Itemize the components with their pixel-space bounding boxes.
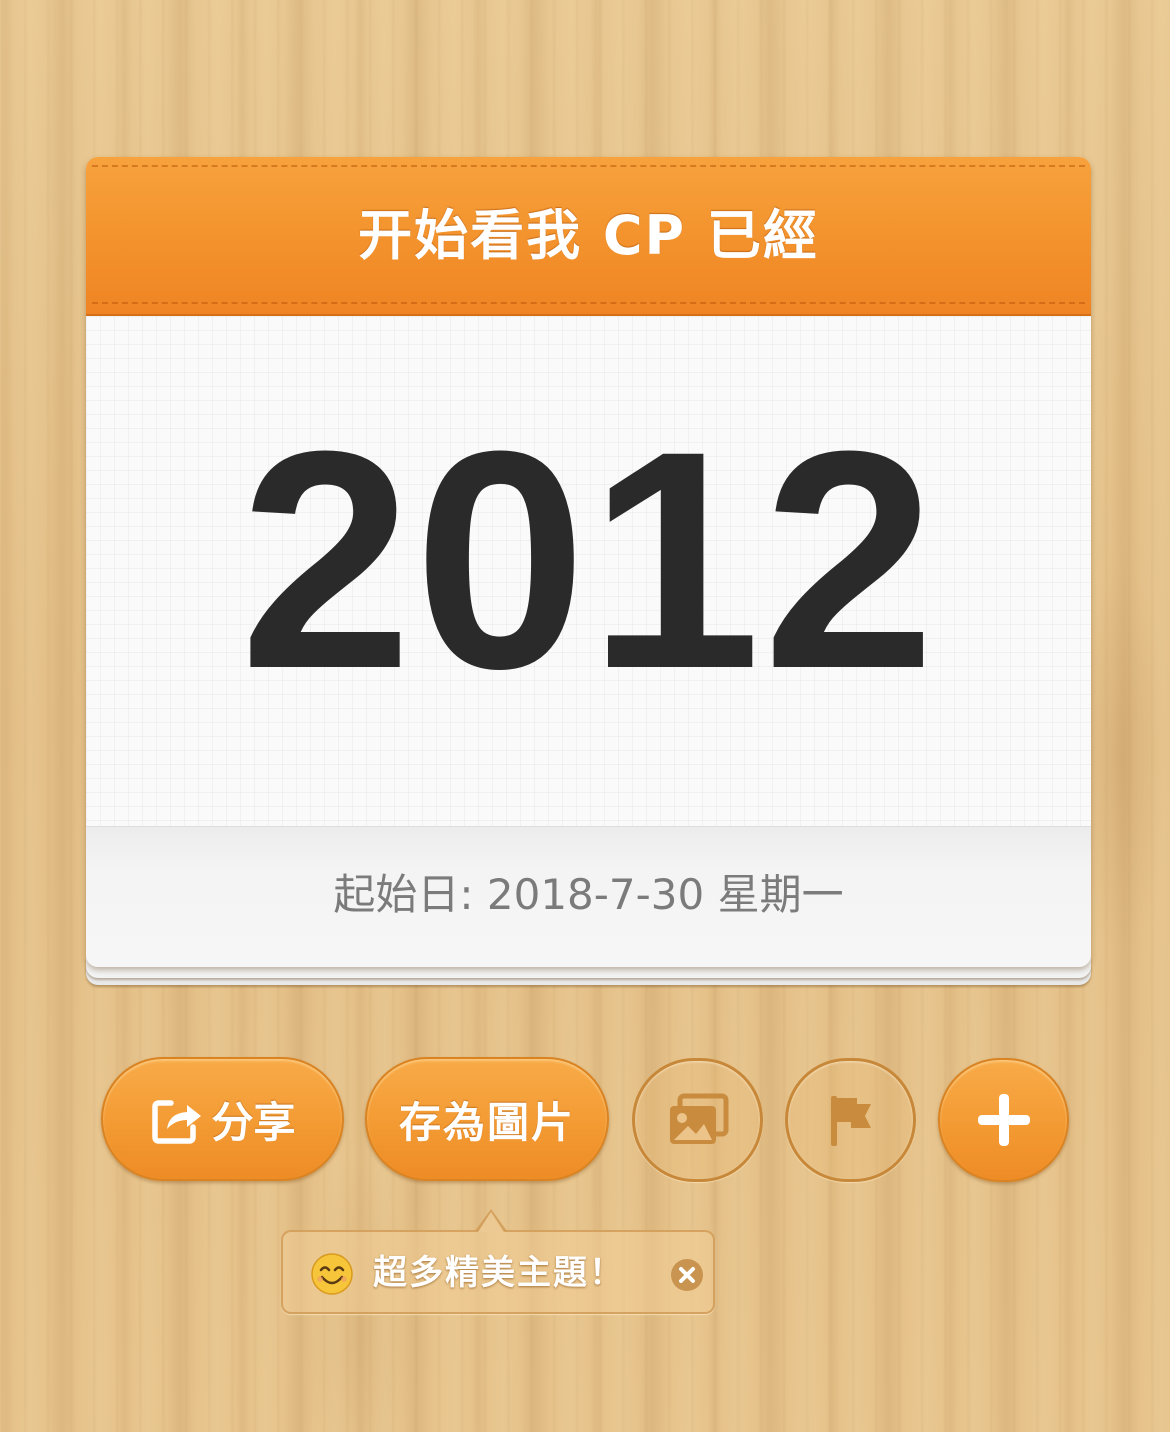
photos-button[interactable]	[632, 1058, 763, 1182]
share-button[interactable]: 分享	[101, 1057, 344, 1181]
themes-tooltip: 超多精美主題！	[281, 1209, 715, 1314]
start-date: 起始日: 2018-7-30 星期一	[333, 870, 844, 919]
photos-icon	[669, 1093, 728, 1144]
tooltip-arrow	[475, 1209, 507, 1232]
save-image-button[interactable]: 存為圖片	[365, 1057, 609, 1181]
day-count: 2012	[239, 386, 938, 733]
calendar-card-stack: 开始看我 CP 已經 2012 起始日: 2018-7-30 星期一	[86, 157, 1091, 985]
card-footer: 起始日: 2018-7-30 星期一	[86, 826, 1091, 967]
card-title: 开始看我 CP 已經	[358, 204, 819, 267]
close-icon[interactable]	[670, 1258, 704, 1292]
tooltip-text: 超多精美主題！	[373, 1253, 625, 1293]
card-header: 开始看我 CP 已經	[86, 157, 1091, 316]
flag-icon	[830, 1096, 871, 1146]
plus-icon	[977, 1094, 1030, 1146]
day-counter-card[interactable]: 开始看我 CP 已經 2012 起始日: 2018-7-30 星期一	[86, 157, 1091, 967]
share-icon	[152, 1100, 202, 1144]
add-button[interactable]	[938, 1058, 1069, 1182]
save-image-button-label: 存為圖片	[398, 1097, 575, 1147]
share-button-label: 分享	[211, 1097, 296, 1147]
smile-emoji-icon	[311, 1253, 353, 1295]
flag-button[interactable]	[785, 1058, 916, 1182]
